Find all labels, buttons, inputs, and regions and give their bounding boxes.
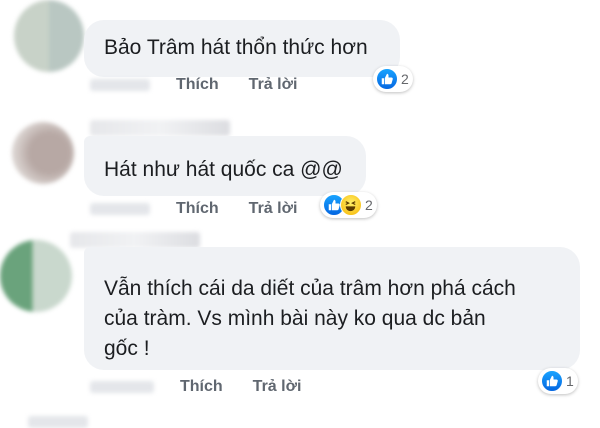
comment-actions: Thích Trả lời	[90, 200, 327, 218]
next-comment-preview	[28, 416, 88, 428]
like-action[interactable]: Thích	[180, 378, 223, 396]
commenter-name[interactable]	[90, 120, 230, 136]
comment-text-line: của tràm. Vs mình bài này ko qua dc bản	[104, 307, 486, 330]
reaction-summary[interactable]: 2	[373, 66, 413, 92]
like-icon	[376, 68, 398, 90]
comment-text-line: Bảo Trâm hát thổn thức hơn	[104, 36, 368, 59]
comment-bubble: Bảo Trâm hát thổn thức hơn	[84, 20, 400, 77]
reply-action[interactable]: Trả lời	[253, 378, 302, 396]
avatar[interactable]	[12, 122, 74, 184]
like-action[interactable]: Thích	[176, 200, 219, 218]
reaction-count: 1	[566, 373, 574, 389]
haha-icon	[340, 194, 362, 216]
comment-bubble: Hát như hát quốc ca @@	[84, 136, 366, 196]
comment-bubble: Vẫn thích cái da diết của trâm hơn phá c…	[84, 247, 580, 370]
like-icon	[541, 370, 563, 392]
comment-text-line: Vẫn thích cái da diết của trâm hơn phá c…	[104, 277, 516, 300]
comment-actions: Thích Trả lời	[90, 76, 327, 94]
comment-text-line: Hát như hát quốc ca @@	[104, 158, 343, 181]
reaction-summary[interactable]: 1	[538, 368, 578, 394]
reply-action[interactable]: Trả lời	[249, 200, 298, 218]
timestamp[interactable]	[90, 79, 150, 91]
reaction-count: 2	[365, 197, 373, 213]
like-action[interactable]: Thích	[176, 76, 219, 94]
reaction-count: 2	[401, 71, 409, 87]
timestamp[interactable]	[90, 203, 150, 215]
reaction-summary[interactable]: 2	[320, 192, 377, 218]
comment-text-line: gốc !	[104, 337, 150, 360]
comment-actions: Thích Trả lời	[90, 378, 331, 396]
avatar[interactable]	[14, 0, 84, 72]
commenter-name[interactable]	[70, 232, 200, 248]
reply-action[interactable]: Trả lời	[249, 76, 298, 94]
avatar[interactable]	[0, 240, 72, 312]
timestamp[interactable]	[90, 381, 154, 393]
